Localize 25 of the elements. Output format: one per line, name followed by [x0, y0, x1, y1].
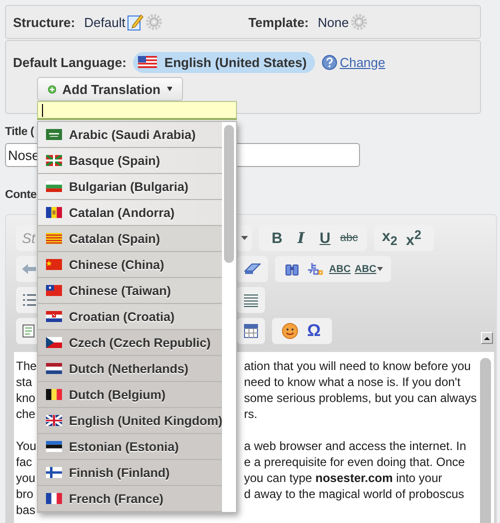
- text-fragment: The: [16, 359, 37, 373]
- text-fragment: fac: [16, 455, 32, 469]
- text-fragment: you can type nosester.com into your: [244, 470, 442, 486]
- text-fragment: d away to the magical world of proboscus: [244, 486, 464, 502]
- template-value: None: [318, 14, 349, 30]
- structure-value: Default: [84, 14, 126, 30]
- text-fragment: a web browser and access the internet. In: [244, 438, 466, 454]
- title-label: Title (: [5, 126, 34, 140]
- template-label: Template:: [248, 14, 309, 30]
- text-fragment: bas: [16, 503, 36, 517]
- text-fragment: e a prerequisite for even doing that. Once: [244, 454, 465, 470]
- text-fragment: kno: [16, 391, 36, 405]
- language-name: English (United States): [164, 54, 307, 70]
- default-language-label: Default Language:: [13, 54, 126, 70]
- text-fragment: some serious problems, but you can always: [244, 390, 477, 406]
- text-fragment: che: [16, 407, 36, 421]
- text-fragment: bro: [16, 487, 34, 501]
- text-fragment: ation that you will need to know before you: [244, 358, 471, 374]
- text-fragment: rs.: [244, 406, 258, 422]
- content-label: Conte: [5, 189, 37, 203]
- text-fragment: You: [16, 439, 36, 453]
- structure-label: Structure:: [13, 14, 76, 30]
- text-fragment: you: [16, 471, 36, 485]
- text-fragment: sta: [16, 375, 32, 389]
- text-fragment: need to know what a nose is. If you don't: [244, 374, 460, 390]
